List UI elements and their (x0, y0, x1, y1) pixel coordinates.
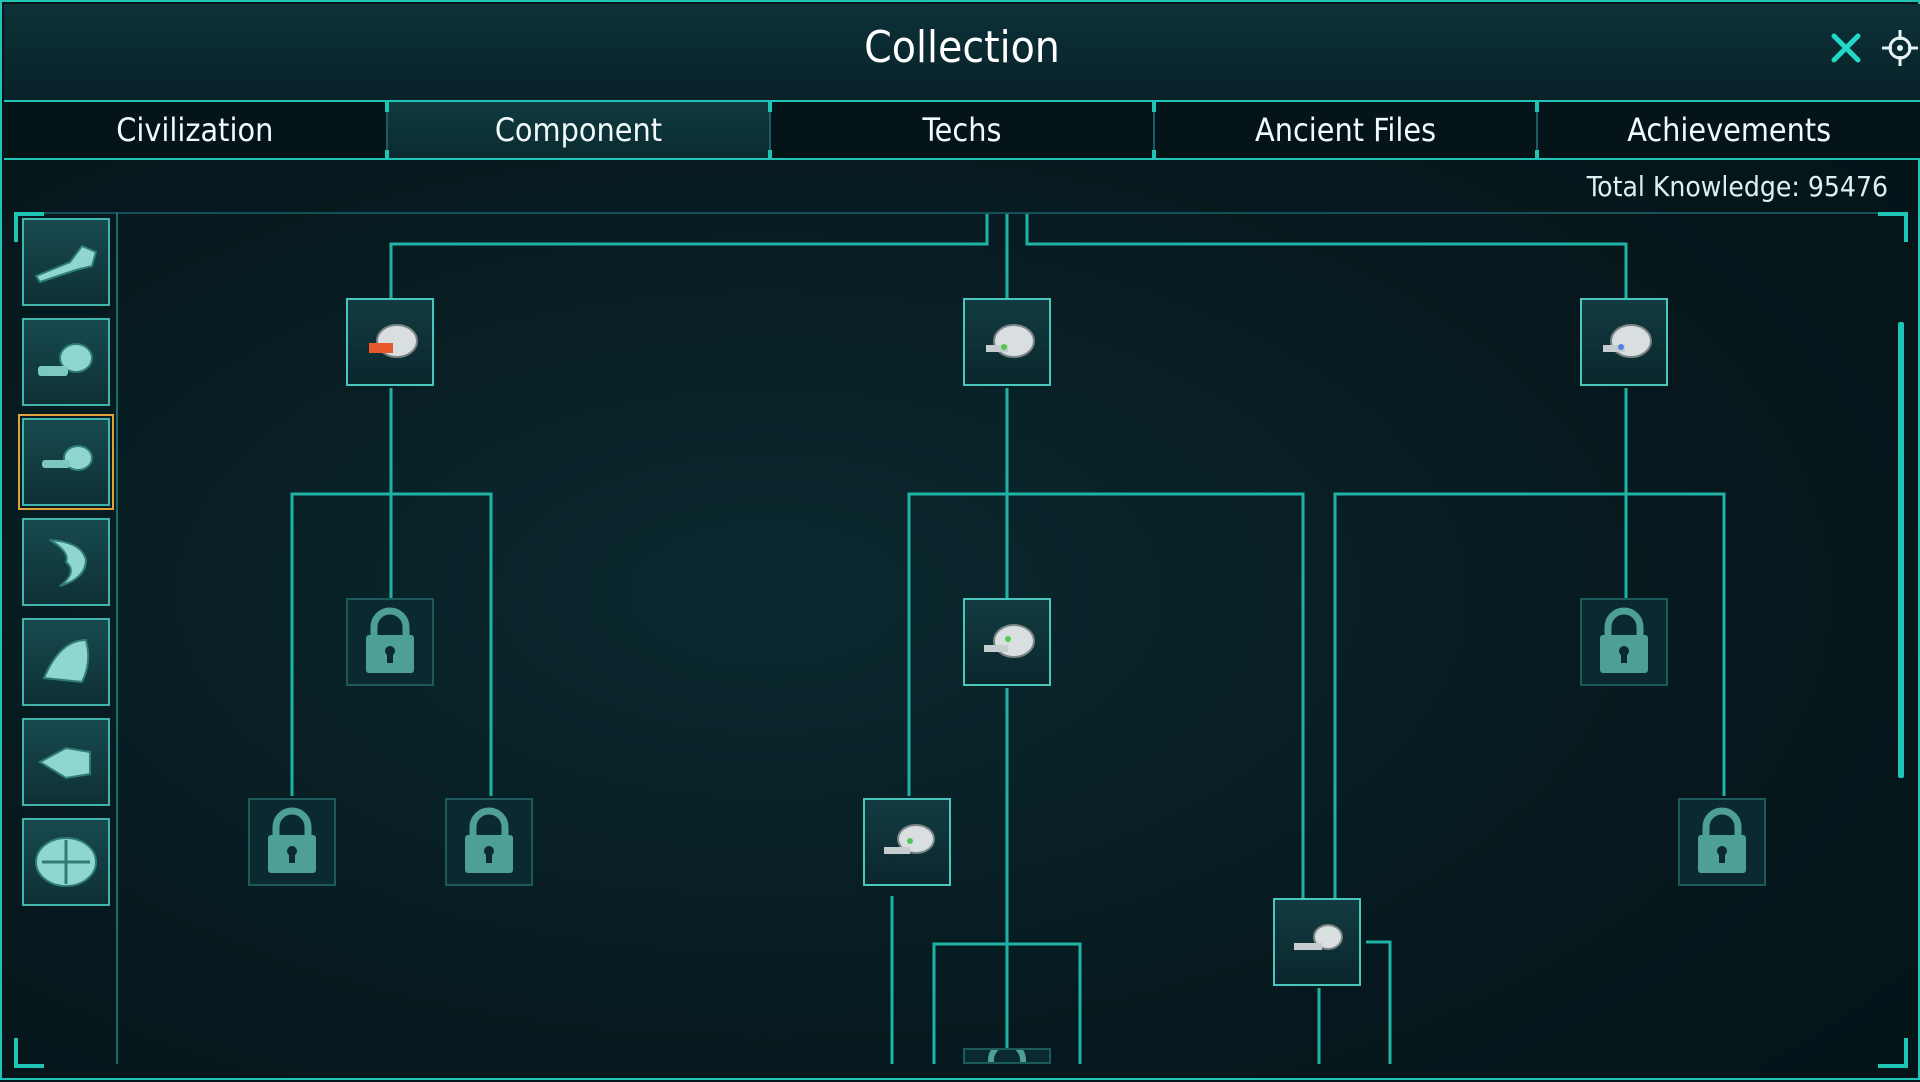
tab-achievements[interactable]: Achievements (1535, 102, 1920, 160)
tab-divider (384, 102, 389, 112)
tab-component[interactable]: Component (384, 102, 770, 160)
lock-icon (366, 607, 414, 673)
tab-divider (1535, 102, 1540, 112)
tab-divider (768, 150, 773, 160)
tech-node-unlocked[interactable] (1273, 898, 1361, 986)
drill-component-icon (38, 343, 93, 376)
tab-divider (1535, 150, 1540, 160)
thruster-component-icon (37, 746, 91, 780)
close-button[interactable] (1824, 26, 1868, 70)
window-title: Collection (864, 22, 1060, 73)
tech-node-unlocked[interactable] (963, 598, 1051, 686)
window-header: Collection (4, 4, 1920, 102)
sidebar-item-blade[interactable] (22, 218, 110, 306)
blade-component-icon (34, 244, 98, 284)
claw-component-icon (49, 539, 88, 587)
lock-icon (1698, 807, 1746, 873)
sidebar-divider (116, 212, 118, 1064)
lock-icon (465, 807, 513, 873)
panel-corner (14, 1038, 44, 1068)
sidebar-item-armor[interactable] (22, 818, 110, 906)
sidebar-item-cannon[interactable] (18, 414, 114, 510)
sidebar-item-pod[interactable] (22, 618, 110, 706)
lock-icon (988, 1050, 1026, 1062)
locate-button[interactable] (1878, 26, 1920, 70)
tech-node-locked[interactable] (248, 798, 336, 886)
tech-node-locked[interactable] (963, 1048, 1051, 1064)
tech-node-unlocked[interactable] (863, 798, 951, 886)
target-icon (1882, 30, 1918, 66)
tech-node-unlocked[interactable] (963, 298, 1051, 386)
tech-node-locked[interactable] (1678, 798, 1766, 886)
lock-icon (1600, 607, 1648, 673)
panel-corner (1878, 212, 1908, 242)
tab-label: Techs (922, 111, 1002, 149)
panel-corner (1878, 1038, 1908, 1068)
gun-green-icon (984, 624, 1035, 658)
total-knowledge: Total Knowledge: 95476 (1586, 170, 1888, 203)
close-icon (1831, 33, 1861, 63)
sidebar-item-thruster[interactable] (22, 718, 110, 806)
pod-component-icon (42, 638, 90, 684)
tab-label: Ancient Files (1255, 111, 1437, 149)
armor-component-icon (35, 837, 97, 887)
tab-divider (1151, 150, 1156, 160)
gun-blue-icon (1603, 324, 1652, 358)
tab-civilization[interactable]: Civilization (4, 102, 386, 160)
gun-orange-icon (369, 324, 418, 358)
gun-grey-icon (1294, 924, 1343, 950)
tech-node-locked[interactable] (346, 598, 434, 686)
tab-label: Achievements (1627, 111, 1832, 149)
cannon-component-icon (42, 445, 93, 471)
tab-divider (1151, 102, 1156, 112)
tech-node-locked[interactable] (1580, 598, 1668, 686)
tab-divider (384, 150, 389, 160)
collection-window: Collection Civilization Component Techs … (0, 0, 1920, 1080)
gun-green-icon (884, 824, 935, 854)
sidebar-item-drill[interactable] (22, 318, 110, 406)
gun-green-icon (986, 324, 1035, 358)
tab-label: Component (494, 111, 662, 149)
tech-node-unlocked[interactable] (1580, 298, 1668, 386)
tab-label: Civilization (116, 111, 274, 149)
tech-node-unlocked[interactable] (346, 298, 434, 386)
category-tabs: Civilization Component Techs Ancient Fil… (4, 102, 1920, 160)
tab-divider (768, 102, 773, 112)
scrollbar[interactable] (1898, 322, 1904, 778)
lock-icon (268, 807, 316, 873)
tech-node-locked[interactable] (445, 798, 533, 886)
tab-ancient-files[interactable]: Ancient Files (1151, 102, 1537, 160)
tab-techs[interactable]: Techs (768, 102, 1153, 160)
sidebar-item-claw[interactable] (22, 518, 110, 606)
